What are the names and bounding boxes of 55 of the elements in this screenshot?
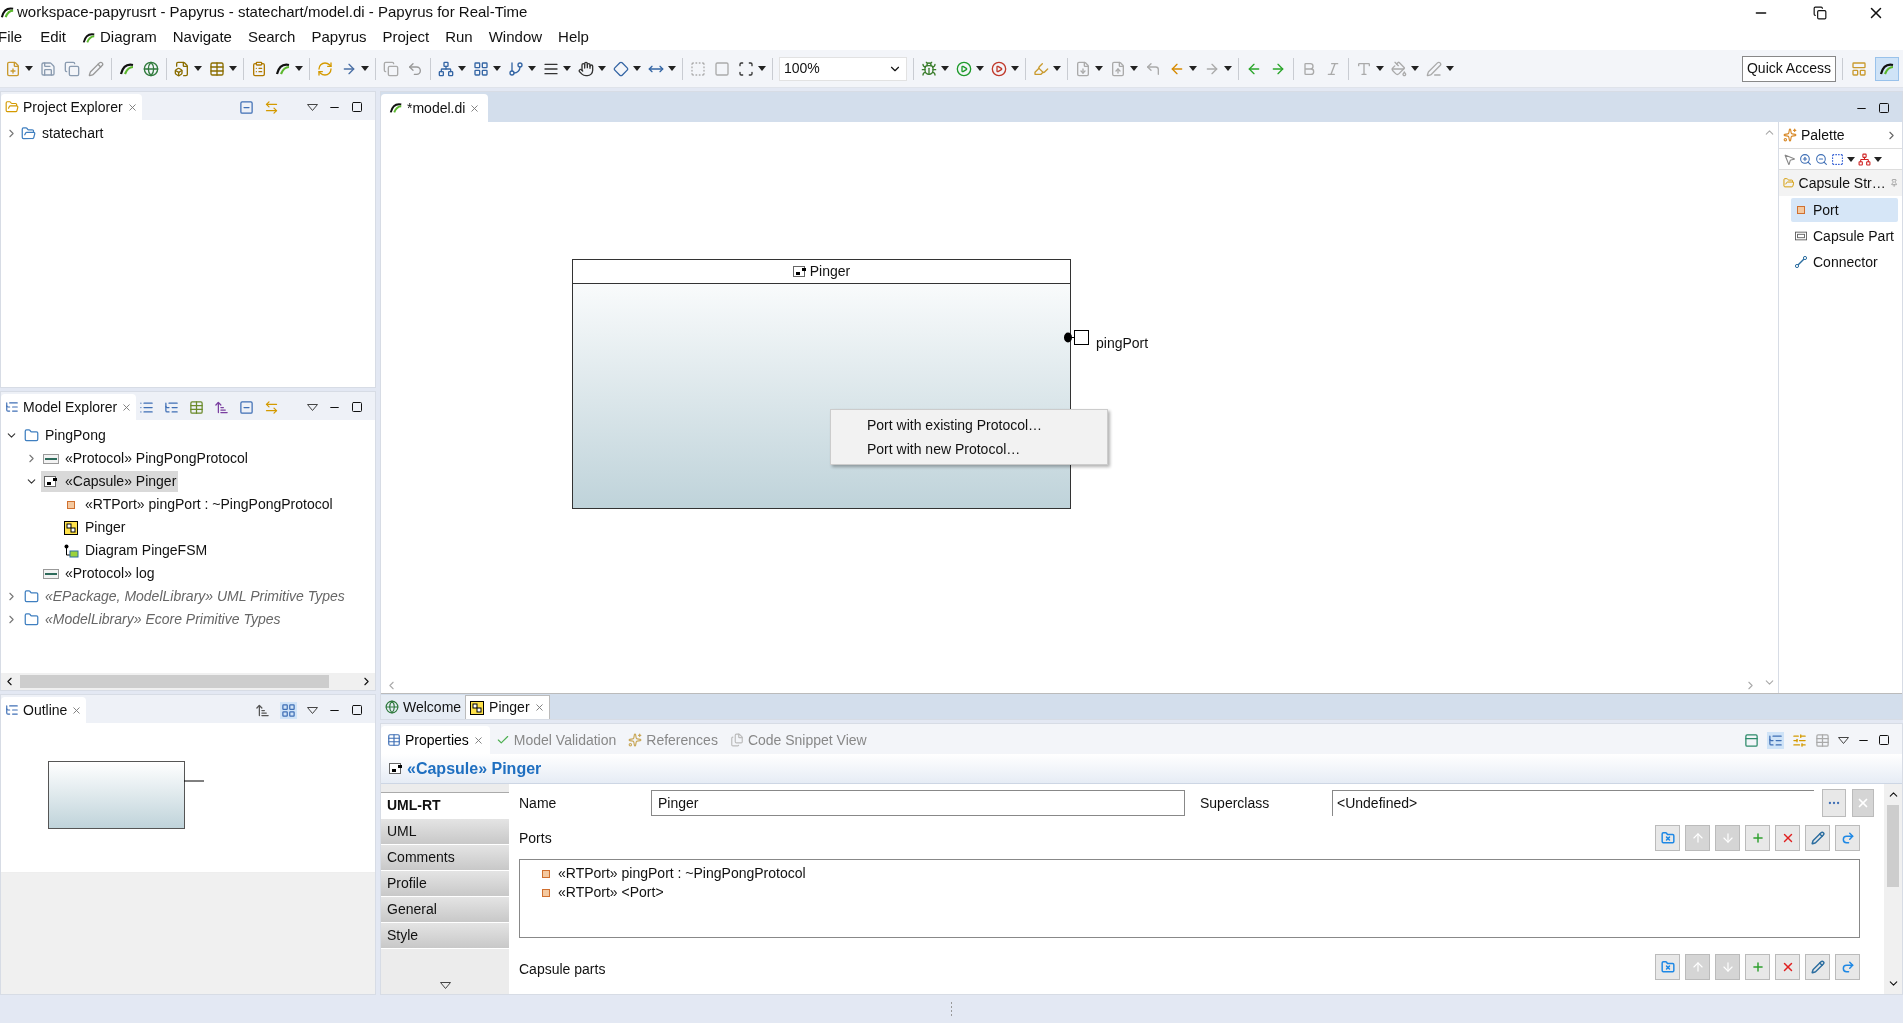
section-label: Ports — [519, 828, 552, 848]
section-tab[interactable]: UML — [381, 819, 509, 845]
quick-access-field[interactable]: Quick Access — [1741, 55, 1836, 82]
palette-title: Palette — [1801, 125, 1846, 145]
view-tab[interactable]: Properties — [381, 726, 490, 754]
tree-item[interactable]: «Protocol» log — [41, 563, 157, 584]
menu-item[interactable]: Project — [374, 26, 438, 49]
tree-item[interactable]: PingPong — [21, 425, 108, 446]
menu-item[interactable]: Run — [437, 26, 481, 49]
view-tab[interactable]: Outline — [1, 697, 87, 723]
palette-tool[interactable]: Capsule Part — [1791, 224, 1898, 248]
zoom-combo[interactable]: 100% — [779, 56, 907, 81]
menu-item[interactable]: Edit — [32, 26, 75, 49]
menu-item[interactable]: Diagram — [74, 26, 165, 49]
palette-tool[interactable]: Connector — [1791, 250, 1898, 274]
view-title: Outline — [23, 700, 68, 720]
ports-list[interactable]: «RTPort» pingPort : ~PingPongProtocol «RTPort» <Port> — [519, 859, 1860, 938]
window-title: workspace-papyrusrt - Papyrus - statechart/model.di - Papyrus for Real-Time — [17, 2, 528, 23]
tree-item[interactable]: «Protocol» PingPongProtocol — [41, 448, 250, 469]
list-item[interactable]: «RTPort» <Port> — [542, 883, 1859, 902]
capsule-name: Pinger — [792, 261, 851, 282]
section-tab[interactable]: General — [381, 897, 509, 923]
tree-item[interactable]: statechart — [21, 122, 104, 144]
menu-item[interactable]: Navigate — [164, 26, 240, 49]
section-tab[interactable]: UML-RT — [381, 793, 509, 819]
tree-item[interactable]: Pinger — [61, 517, 128, 538]
section-label: Capsule parts — [519, 960, 606, 979]
editor-page-tab[interactable]: Welcome — [381, 695, 466, 719]
tree-item[interactable]: «EPackage, ModelLibrary» UML Primitive Types — [21, 586, 347, 607]
view-tab[interactable]: Model Explorer — [1, 394, 137, 420]
view-title: Model Explorer — [23, 397, 118, 417]
menu-item[interactable]: Window — [480, 26, 551, 49]
field-label: Superclass — [1200, 793, 1271, 813]
menu-item[interactable]: Papyrus — [303, 26, 375, 49]
tree-item[interactable]: «ModelLibrary» Ecore Primitive Types — [21, 609, 283, 630]
field-label: Name — [519, 793, 558, 813]
list-item[interactable]: «RTPort» pingPort : ~PingPongProtocol — [542, 864, 1859, 883]
tree-item[interactable]: «RTPort» pingPort : ~PingPongProtocol — [61, 494, 335, 515]
section-tab[interactable]: Style — [381, 923, 509, 949]
tree-item[interactable]: Diagram PingeFSM — [61, 540, 210, 561]
palette-tool[interactable]: Port — [1791, 198, 1898, 222]
editor-page-tab[interactable]: Pinger — [465, 695, 550, 719]
tree-item[interactable]: «Capsule» Pinger — [41, 471, 179, 492]
section-tab[interactable]: Profile — [381, 871, 509, 897]
menu-item[interactable]: File — [0, 26, 33, 49]
menu-item[interactable]: Search — [239, 26, 304, 49]
section-tab[interactable]: Comments — [381, 845, 509, 871]
editor-tab[interactable]: *model.di — [381, 94, 489, 122]
superclass-field[interactable]: <Undefined> — [1332, 790, 1814, 816]
menu-item[interactable]: Help — [550, 26, 597, 49]
properties-heading: «Capsule» Pinger — [407, 758, 542, 779]
view-title: Project Explorer — [23, 97, 123, 117]
view-tab[interactable]: Project Explorer — [1, 94, 142, 120]
port-label: pingPort — [1096, 334, 1149, 353]
name-field[interactable]: Pinger — [651, 790, 1185, 816]
